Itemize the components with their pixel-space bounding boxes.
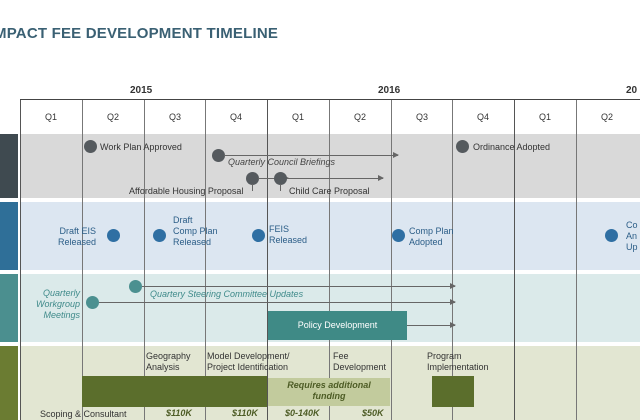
workgroup-label: Quarterly Workgroup Meetings bbox=[35, 288, 80, 320]
scoping-label: Scoping & Consultant bbox=[40, 409, 127, 419]
milestone-dot bbox=[252, 229, 265, 242]
feis-label: FEIS Released bbox=[269, 224, 308, 245]
workgroup-arrow bbox=[99, 299, 456, 305]
draft-comp-plan-label: Draft Comp Plan Released bbox=[173, 215, 218, 247]
milestone-dot bbox=[392, 229, 405, 242]
milestone-dot bbox=[456, 140, 469, 153]
year-label-2017: 20 bbox=[626, 85, 638, 96]
quarter-label: Q2 bbox=[353, 112, 366, 122]
affordable-housing-label: Affordable Housing Proposal bbox=[129, 186, 244, 196]
quarter-divider bbox=[205, 100, 206, 420]
briefings-arrow bbox=[224, 152, 399, 158]
quarter-label: Q2 bbox=[600, 112, 613, 122]
quarter-label: Q2 bbox=[106, 112, 119, 122]
page-title: MPACT FEE DEVELOPMENT TIMELINE bbox=[0, 25, 279, 42]
milestone-dot bbox=[129, 280, 142, 293]
comp-plan-adopted-label: Comp Plan Adopted bbox=[409, 226, 454, 247]
model-label: Model Development/Project Identification bbox=[207, 351, 290, 372]
cost-label: $110K bbox=[166, 408, 192, 418]
model-bar bbox=[205, 376, 267, 407]
cut-off-label: Co An Up bbox=[626, 220, 638, 252]
scoping-bar bbox=[82, 376, 144, 407]
quarter-divider bbox=[576, 100, 577, 420]
milestone-dot bbox=[107, 229, 120, 242]
milestone-dot bbox=[153, 229, 166, 242]
quarter-divider bbox=[391, 100, 392, 420]
quarter-label: Q1 bbox=[44, 112, 57, 122]
geography-label: Geography Analysis bbox=[146, 351, 191, 372]
tab-workgroup bbox=[0, 274, 18, 342]
year-label-2016: 2016 bbox=[378, 85, 401, 96]
child-care-arrow bbox=[287, 175, 384, 181]
funding-note: Requires additional funding bbox=[268, 378, 390, 406]
steering-arrow bbox=[142, 283, 456, 289]
cost-label: $110K bbox=[232, 408, 258, 418]
child-care-label: Child Care Proposal bbox=[289, 186, 370, 196]
quarter-label: Q3 bbox=[415, 112, 428, 122]
quarter-label: Q4 bbox=[476, 112, 489, 122]
program-label: Program Implementation bbox=[427, 351, 489, 372]
quarter-label: Q1 bbox=[538, 112, 551, 122]
quarter-divider bbox=[329, 100, 330, 420]
quarter-label: Q4 bbox=[229, 112, 242, 122]
cost-label: $50K bbox=[362, 408, 384, 418]
year-divider bbox=[20, 100, 21, 420]
briefings-label: Quarterly Council Briefings bbox=[228, 157, 336, 167]
tab-council bbox=[0, 134, 18, 198]
program-bar bbox=[432, 376, 474, 407]
milestone-dot bbox=[84, 140, 97, 153]
milestone-dot bbox=[605, 229, 618, 242]
steering-label: Quartery Steering Committee Updates bbox=[150, 289, 304, 299]
policy-arrow bbox=[407, 322, 456, 328]
quarter-divider bbox=[82, 100, 83, 420]
policy-development-bar: Policy Development bbox=[268, 311, 407, 340]
ordinance-label: Ordinance Adopted bbox=[473, 142, 551, 152]
fee-label: Fee Development bbox=[333, 351, 387, 372]
geography-bar bbox=[144, 376, 205, 407]
milestone-dot bbox=[86, 296, 99, 309]
tab-funding bbox=[0, 346, 18, 420]
year-label-2015: 2015 bbox=[130, 85, 153, 96]
connector-line bbox=[280, 184, 281, 191]
timeline-top-rule bbox=[20, 99, 640, 100]
draft-eis-label: Draft EIS Released bbox=[57, 226, 96, 247]
quarter-label: Q3 bbox=[168, 112, 181, 122]
quarter-label: Q1 bbox=[291, 112, 304, 122]
connector-line bbox=[252, 184, 253, 191]
tab-comp-plan bbox=[0, 202, 18, 270]
cost-label: $0-140K bbox=[285, 408, 320, 418]
work-plan-label: Work Plan Approved bbox=[100, 142, 182, 152]
